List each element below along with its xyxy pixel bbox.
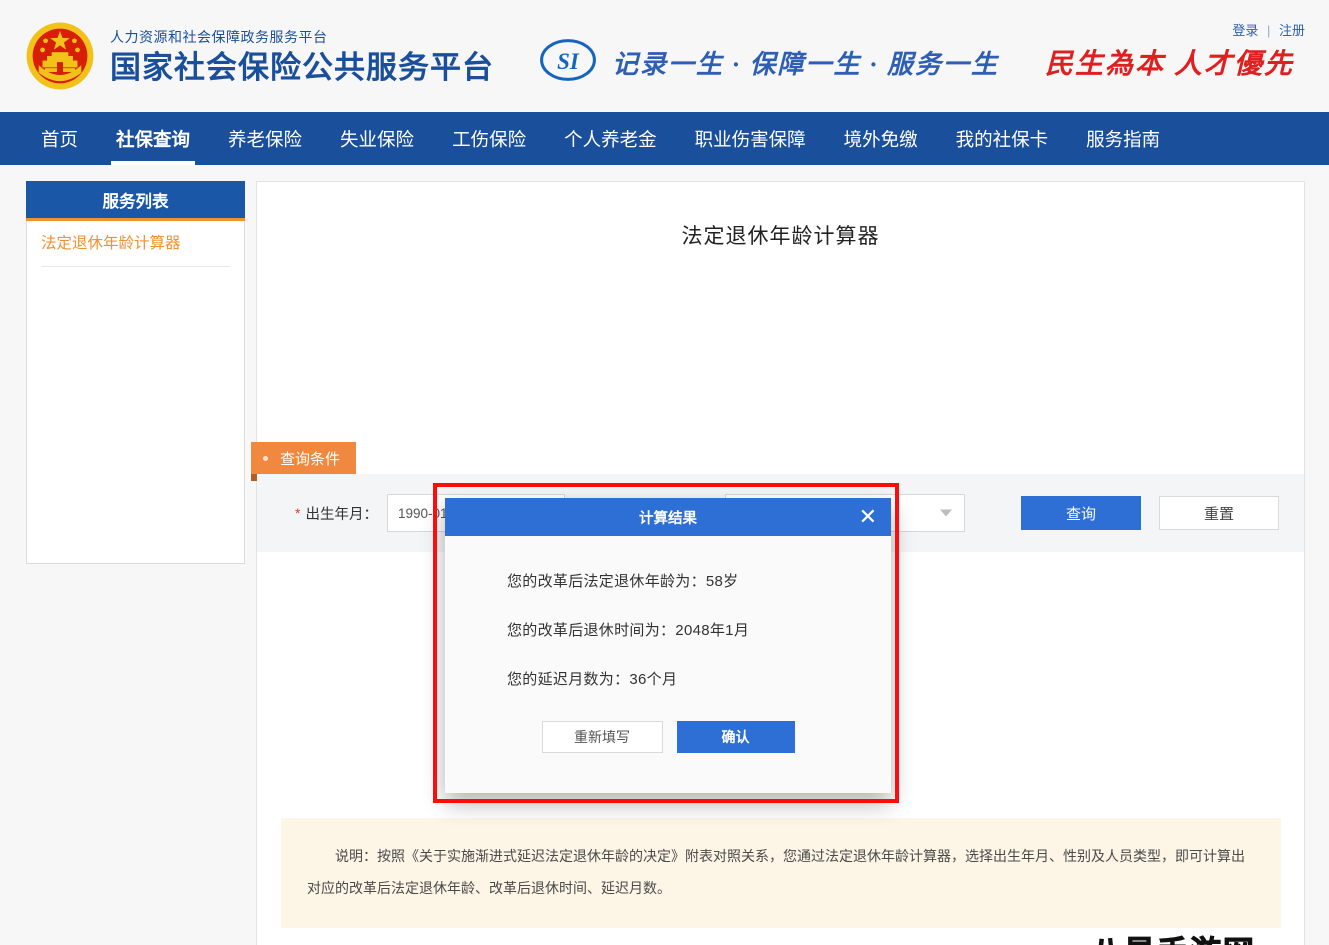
- query-section-tab-label: 查询条件: [280, 450, 341, 468]
- modal-title: 计算结果: [639, 510, 697, 527]
- sidebar-title: 服务列表: [26, 181, 245, 221]
- watermark-title: 八星手游网: [1090, 935, 1315, 945]
- bullet-icon: [263, 455, 268, 461]
- nav-item-4[interactable]: 工伤保险: [433, 112, 545, 165]
- nav-item-label: 社保查询: [116, 128, 191, 150]
- brand-title: 国家社会保险公共服务平台: [110, 50, 494, 85]
- result-delay-months: 您的延迟月数为：36个月: [507, 671, 678, 688]
- nav-item-2[interactable]: 养老保险: [209, 112, 321, 165]
- chevron-down-icon: [939, 509, 952, 517]
- nav-item-9[interactable]: 服务指南: [1067, 112, 1179, 165]
- site-header: 人力资源和社会保障政务服务平台 国家社会保险公共服务平台 SI 记录一生 · 保…: [0, 0, 1329, 112]
- nav-item-label: 养老保险: [228, 128, 303, 150]
- register-link[interactable]: 注册: [1279, 23, 1305, 38]
- nav-item-1[interactable]: 社保查询: [97, 112, 209, 165]
- bxsy-rainbow-arch-logo-icon: [1021, 929, 1083, 945]
- watermark-text-block: 八星手游网 w w w . l y s h b x . c o m: [1090, 935, 1315, 945]
- slogan-red: 民生為本 人才優先: [1045, 49, 1295, 80]
- nav-item-label: 境外免缴: [843, 128, 918, 150]
- nav-item-3[interactable]: 失业保险: [321, 112, 433, 165]
- nav-item-label: 首页: [41, 128, 79, 150]
- explanation-note: 说明：按照《关于实施渐进式延迟法定退休年龄的决定》附表对照关系，您通过法定退休年…: [281, 818, 1281, 928]
- nav-item-0[interactable]: 首页: [22, 112, 97, 165]
- nav-item-label: 工伤保险: [452, 128, 527, 150]
- query-section-tab[interactable]: 查询条件: [251, 442, 357, 474]
- sidebar-list: 法定退休年龄计算器: [26, 221, 245, 564]
- page-title: 法定退休年龄计算器: [681, 225, 880, 248]
- login-link[interactable]: 登录: [1232, 23, 1258, 38]
- nav-item-7[interactable]: 境外免缴: [825, 112, 937, 165]
- required-asterisk: *: [295, 505, 301, 521]
- modal-actions: 重新填写 确认: [445, 717, 891, 793]
- nav-item-label: 我的社保卡: [955, 128, 1049, 150]
- birth-date-label: 出生年月：: [305, 506, 378, 523]
- china-national-emblem-icon: [22, 18, 98, 94]
- nav-item-6[interactable]: 职业伤害保障: [676, 112, 825, 165]
- nav-item-label: 个人养老金: [564, 128, 657, 150]
- query-button[interactable]: 查询: [1020, 496, 1141, 530]
- auth-links: 登录 | 注册: [1232, 20, 1305, 39]
- svg-text:SI: SI: [557, 49, 580, 74]
- nav-item-5[interactable]: 个人养老金: [545, 112, 676, 165]
- modal-body: 您的改革后法定退休年龄为：58岁 您的改革后退休时间为：2048年1月 您的延迟…: [445, 536, 891, 793]
- brand-block: 人力资源和社会保障政务服务平台 国家社会保险公共服务平台: [110, 28, 494, 88]
- page-body: 服务列表 法定退休年龄计算器 法定退休年龄计算器 查询条件 * 出生年月： 查询…: [0, 165, 1329, 945]
- nav-item-8[interactable]: 我的社保卡: [937, 112, 1068, 165]
- site-watermark: 八星手游网 w w w . l y s h b x . c o m: [1021, 929, 1315, 945]
- confirm-button[interactable]: 确认: [676, 721, 795, 753]
- sidebar-item-0[interactable]: 法定退休年龄计算器: [41, 221, 230, 267]
- result-retirement-date: 您的改革后退休时间为：2048年1月: [507, 622, 750, 639]
- nav-item-label: 失业保险: [340, 128, 415, 150]
- auth-separator: |: [1266, 23, 1271, 38]
- modal-header: 计算结果 ✕: [445, 498, 891, 536]
- slogan-blue: 记录一生 · 保障一生 · 服务一生: [612, 50, 1000, 79]
- brand-subtitle: 人力资源和社会保障政务服务平台: [110, 29, 328, 45]
- refill-button[interactable]: 重新填写: [541, 721, 663, 753]
- main-navigation: 首页 社保查询 养老保险 失业保险 工伤保险 个人养老金 职业伤害保障 境外免缴 我的社保卡 服务…: [0, 112, 1329, 165]
- service-sidebar: 服务列表 法定退休年龄计算器: [26, 181, 245, 564]
- result-retirement-age: 您的改革后法定退休年龄为：58岁: [507, 573, 739, 590]
- result-modal: 计算结果 ✕ 您的改革后法定退休年龄为：58岁 您的改革后退休时间为：2048年…: [445, 498, 891, 793]
- reset-button[interactable]: 重置: [1158, 496, 1279, 530]
- nav-item-label: 服务指南: [1086, 128, 1161, 150]
- si-circle-logo-icon: SI: [537, 38, 599, 82]
- close-icon[interactable]: ✕: [859, 506, 877, 528]
- query-section-tab-wrap: 查询条件: [251, 442, 357, 481]
- nav-item-label: 职业伤害保障: [694, 128, 806, 150]
